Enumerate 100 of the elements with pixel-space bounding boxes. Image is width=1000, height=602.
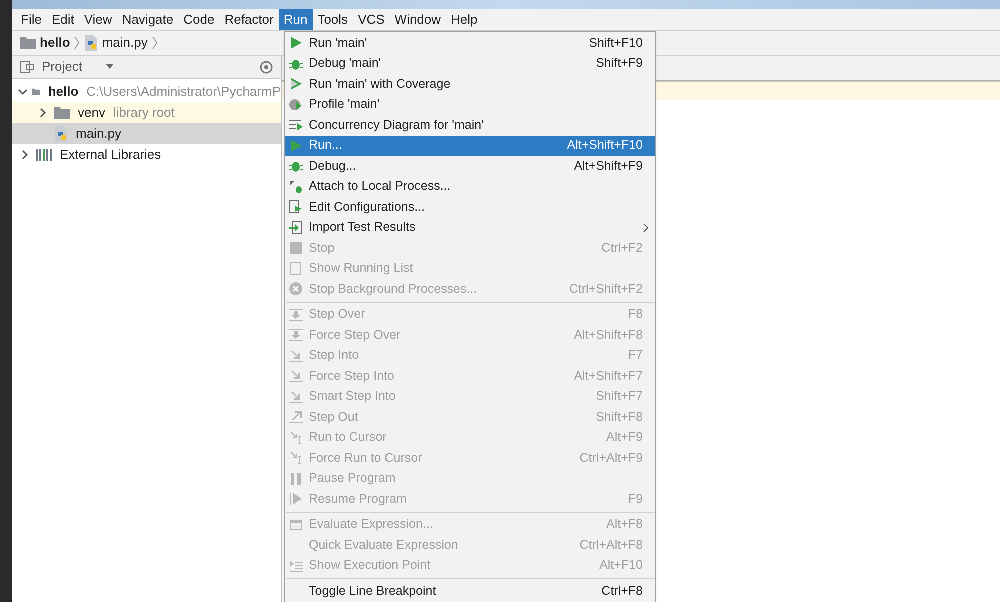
menu-bar-item[interactable]: Code	[178, 9, 220, 30]
shortcut-label: Ctrl+F2	[602, 240, 643, 257]
chevron-right-icon[interactable]	[38, 108, 48, 118]
run-to-cursor-icon	[289, 430, 303, 445]
menu-item[interactable]: Import Test Results	[285, 218, 655, 238]
menu-item-label: Quick Evaluate Expression	[309, 536, 458, 554]
play-icon	[289, 36, 303, 50]
panel-title[interactable]: Project	[42, 57, 82, 77]
shortcut-label: Alt+Shift+F9	[574, 158, 643, 175]
folder-icon	[20, 37, 36, 49]
project-icon	[20, 61, 34, 73]
menu-item[interactable]: Attach to Local Process...	[285, 176, 655, 197]
menu-item-label: Attach to Local Process...	[309, 178, 451, 196]
chevron-down-icon[interactable]	[18, 86, 28, 96]
menu-item-label: Import Test Results	[309, 219, 416, 236]
menu-item-label: Run...	[309, 137, 342, 154]
menu-bar-item[interactable]: Help	[446, 9, 483, 30]
menu-bar-item[interactable]: Tools	[312, 9, 354, 30]
menu-item-label: Show Running List	[309, 260, 414, 278]
libraries-icon	[36, 148, 52, 160]
menu-bar-item[interactable]: Navigate	[117, 9, 179, 30]
profile-icon	[289, 98, 303, 112]
tree-row[interactable]: venv library root	[12, 102, 281, 123]
menu-item-label: Step Into	[309, 347, 360, 364]
menu-item[interactable]: Run 'main' Shift+F10	[285, 33, 655, 54]
shortcut-label: Shift+F9	[596, 55, 643, 72]
tree-item-name: main.py	[76, 124, 122, 143]
import-icon	[289, 220, 303, 235]
bug-icon	[289, 159, 303, 174]
menu-bar-item[interactable]: Edit	[46, 9, 80, 30]
tree-item-name: venv	[78, 104, 106, 122]
shortcut-label: F8	[628, 306, 643, 324]
menu-item-label: Step Out	[309, 408, 358, 426]
menu-item-label: Force Run to Cursor	[309, 450, 422, 467]
menu-bar-item[interactable]: VCS	[353, 9, 390, 30]
python-file-icon	[84, 35, 98, 51]
menu-item[interactable]: Run... Alt+Shift+F10	[285, 136, 655, 156]
list-icon	[289, 262, 303, 276]
shortcut-label: F7	[628, 347, 643, 364]
concurrency-icon	[289, 118, 303, 132]
menu-bar-item[interactable]: View	[79, 9, 118, 30]
step-out-icon	[289, 410, 303, 424]
menu-item-label: Edit Configurations...	[309, 198, 426, 216]
tree-row[interactable]: main.py	[12, 123, 281, 144]
execution-point-icon	[289, 558, 303, 573]
resume-icon	[289, 492, 303, 506]
menu-bar-item[interactable]: File	[16, 9, 47, 30]
breadcrumb-item[interactable]: hello	[40, 33, 70, 53]
menu-item[interactable]: Profile 'main'	[285, 94, 655, 115]
tree-item-hint: library root	[113, 104, 175, 122]
menu-bar-item[interactable]: Run	[278, 9, 313, 30]
shortcut-label: F9	[628, 490, 643, 508]
menu-item-label: Concurrency Diagram for 'main'	[309, 116, 484, 134]
menu-item-label: Show Execution Point	[309, 557, 431, 574]
edit-config-icon	[289, 200, 303, 214]
menu-item-label: Stop	[309, 240, 335, 257]
step-over-icon	[289, 328, 303, 342]
menu-item[interactable]: Concurrency Diagram for 'main'	[285, 115, 655, 136]
step-over-icon	[289, 308, 303, 322]
tree-item-name: hello	[48, 82, 79, 101]
shortcut-label: Alt+Shift+F7	[574, 368, 643, 385]
step-into-icon	[289, 390, 303, 404]
shortcut-label: Shift+F10	[589, 34, 643, 52]
menu-item-label: Run 'main' with Coverage	[309, 76, 451, 93]
menu-item[interactable]: Toggle Line Breakpoint Ctrl+F8	[285, 581, 655, 602]
shortcut-label: Ctrl+Shift+F2	[569, 280, 643, 298]
menu-item-label: Run 'main'	[309, 34, 368, 52]
shortcut-label: Shift+F7	[596, 388, 643, 406]
menu-item-label: Profile 'main'	[309, 96, 380, 114]
step-into-icon	[289, 348, 303, 363]
chevron-right-icon[interactable]	[20, 150, 30, 160]
menu-item[interactable]: Run 'main' with Coverage	[285, 74, 655, 94]
crosshair-icon[interactable]	[260, 60, 273, 74]
menu-bar-item[interactable]: Refactor	[220, 9, 279, 30]
shortcut-label: Alt+F10	[600, 557, 643, 574]
shortcut-label: Alt+F9	[606, 429, 643, 446]
menu-item-label: Toggle Line Breakpoint	[309, 582, 436, 600]
tree-row[interactable]: External Libraries	[12, 144, 281, 165]
menu-item-label: Debug 'main'	[309, 55, 382, 72]
menu-item[interactable]: Debug 'main' Shift+F9	[285, 54, 655, 74]
menu-item-label: Smart Step Into	[309, 388, 396, 406]
dropdown-caret-icon[interactable]	[106, 64, 114, 70]
step-into-icon	[289, 369, 303, 384]
shortcut-label: Alt+Shift+F10	[567, 137, 643, 154]
tree-row[interactable]: hello C:\Users\Administrator\PycharmP	[12, 81, 281, 102]
breadcrumb-item[interactable]: main.py	[102, 33, 148, 53]
menu-item-label: Stop Background Processes...	[309, 280, 478, 298]
shortcut-label: Alt+F8	[606, 516, 643, 534]
menu-item[interactable]: Debug... Alt+Shift+F9	[285, 156, 655, 176]
breadcrumb-separator-icon	[152, 36, 158, 50]
menu-bar-item[interactable]: Window	[390, 9, 446, 30]
menu-item-label: Run to Cursor	[309, 429, 387, 446]
menu-item[interactable]: Edit Configurations...	[285, 197, 655, 218]
menu-item-label: Evaluate Expression...	[309, 516, 434, 534]
menu-item-label: Debug...	[309, 158, 356, 175]
shortcut-label: Ctrl+F8	[602, 582, 643, 600]
tree-item-hint: C:\Users\Administrator\PycharmP	[86, 82, 281, 101]
attach-icon	[289, 180, 303, 194]
tree-item-name: External Libraries	[60, 146, 162, 164]
shortcut-label: Shift+F8	[596, 408, 643, 426]
